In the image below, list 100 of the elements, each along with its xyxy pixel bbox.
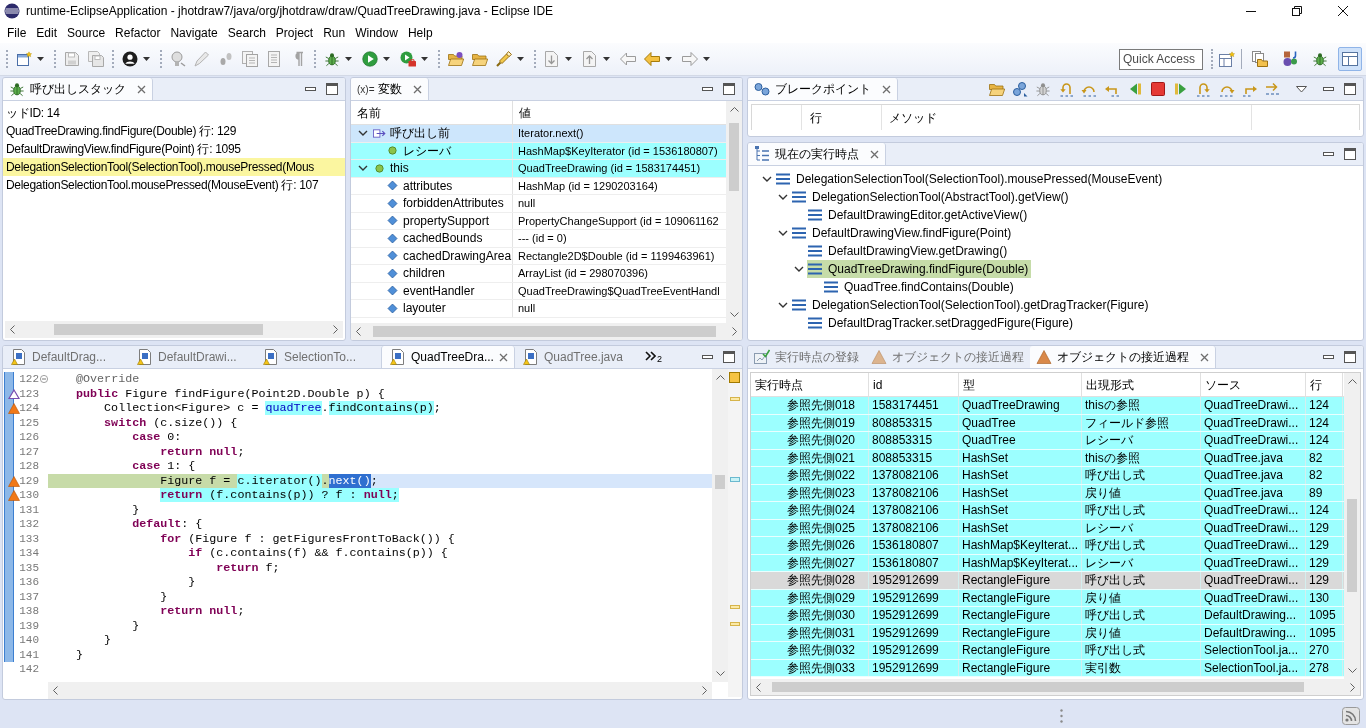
minimize-icon[interactable] [1246, 10, 1256, 12]
bug-icon[interactable] [1035, 81, 1051, 97]
tree-item[interactable]: DelegationSelectionTool(SelectionTool).getDragTracker(Figure) [791, 296, 1152, 314]
menu-item[interactable]: Project [270, 23, 319, 42]
scrollbar-thumb[interactable] [771, 682, 1305, 692]
maximize-icon[interactable] [326, 83, 338, 95]
caret-icon[interactable] [421, 57, 428, 61]
table-row[interactable]: eventHandler QuadTreeDrawing$QuadTreeEventHandl [351, 282, 726, 300]
column-header[interactable]: 値 [513, 101, 726, 124]
table-row[interactable]: attributes HashMap (id = 1290203164) [351, 177, 726, 195]
horizontal-scrollbar[interactable] [351, 323, 742, 340]
left-chevron-icon[interactable] [53, 686, 58, 695]
scrollbar-thumb[interactable] [729, 122, 739, 192]
editor-tab[interactable]: QuadTreeDra... [381, 346, 515, 368]
column-header[interactable]: 実行時点 [751, 373, 869, 396]
up-chevron-icon[interactable] [729, 107, 739, 112]
scrollbar-thumb[interactable] [53, 324, 264, 335]
vertical-scrollbar[interactable] [726, 101, 742, 323]
table-row[interactable]: children ArrayList (id = 298070396) [351, 265, 726, 283]
bug-icon[interactable] [324, 51, 340, 67]
menu-item[interactable]: Help [402, 23, 438, 42]
maximize-icon[interactable] [723, 351, 735, 363]
right-chevron-icon[interactable] [702, 686, 707, 695]
tree-item[interactable]: DefaultDrawingView.findFigure(Point) [791, 224, 1015, 242]
tree-item[interactable]: DelegationSelectionTool(SelectionTool).mousePressed(MouseEvent) [775, 170, 1166, 188]
stack-frame[interactable]: DefaultDrawingView.findFigure(Point) 行: 1095 [3, 140, 345, 158]
view-tab[interactable]: ブレークポイント [748, 78, 898, 100]
double-chevron-icon[interactable] [645, 351, 656, 361]
menu-item[interactable]: File [2, 23, 32, 42]
down-chevron-icon[interactable] [715, 671, 725, 676]
column-header[interactable]: 型 [959, 373, 1082, 396]
column-header[interactable]: 行 [1306, 373, 1343, 396]
minimize-icon[interactable] [1323, 87, 1334, 91]
triangle-marker-icon[interactable] [8, 475, 20, 487]
caret-icon[interactable] [565, 57, 572, 61]
minimize-icon[interactable] [1323, 152, 1334, 156]
right-chevron-icon[interactable] [732, 327, 737, 336]
scrollbar-thumb[interactable] [1347, 498, 1357, 592]
document-down-arrow-icon[interactable] [544, 51, 560, 67]
menu-item[interactable]: Run [318, 23, 351, 42]
overflow-button[interactable]: 2 [645, 346, 662, 368]
table-row[interactable]: 参照先側024 1378082106 HashSet 呼び出し式 QuadTreeDrawi... 124 [751, 502, 1344, 520]
column-header[interactable]: メソッド [882, 105, 1252, 130]
scrollbar-thumb[interactable] [715, 474, 725, 489]
stop-icon[interactable] [1150, 81, 1166, 97]
caret-icon[interactable] [143, 57, 150, 61]
view-tab[interactable]: オブジェクトの接近過程 [1030, 346, 1216, 368]
minimize-icon[interactable] [1323, 355, 1334, 359]
chevron-down-icon[interactable] [778, 300, 788, 310]
stack-frame[interactable]: ッドID: 14 [3, 104, 345, 122]
caret-icon[interactable] [603, 57, 610, 61]
table-row[interactable]: 呼び出し前 Iterator.next() [351, 125, 726, 143]
maximize-icon[interactable] [1344, 351, 1356, 363]
open-folder-icon[interactable] [448, 51, 464, 67]
up-chevron-icon[interactable] [1347, 379, 1357, 384]
caret-icon[interactable] [345, 57, 352, 61]
stack-frame[interactable]: DelegationSelectionTool(SelectionTool).mousePressed(Mous [3, 158, 345, 176]
vertical-scrollbar[interactable] [1344, 373, 1360, 679]
menu-item[interactable]: Edit [31, 23, 63, 42]
table-row[interactable]: 参照先側032 1952912699 RectangleFigure 呼び出し式 SelectionTool.ja... 270 [751, 642, 1344, 660]
table-row[interactable]: cachedBounds --- (id = 0) [351, 230, 726, 248]
new-window-icon[interactable] [16, 51, 32, 67]
menu-item[interactable]: Navigate [165, 23, 223, 42]
tree-item[interactable]: DefaultDrawingView.getDrawing() [807, 242, 1011, 260]
minimize-icon[interactable] [702, 355, 713, 359]
tree-item[interactable]: QuadTree.findContains(Double) [823, 278, 1017, 296]
horizontal-scrollbar[interactable] [750, 679, 1361, 696]
left-arrow-icon[interactable] [644, 51, 660, 67]
caret-icon[interactable] [665, 57, 672, 61]
chevron-down-icon[interactable] [778, 192, 788, 202]
column-header[interactable]: id [869, 373, 959, 396]
tree-item[interactable]: DelegationSelectionTool(AbstractTool).getView() [791, 188, 1072, 206]
caret-icon[interactable] [383, 57, 390, 61]
column-header[interactable]: 名前 [351, 101, 513, 124]
table-row[interactable]: 参照先側028 1952912699 RectangleFigure 呼び出し式 QuadTreeDrawi... 129 [751, 572, 1344, 590]
left-chevron-icon[interactable] [10, 325, 15, 334]
view-tab[interactable]: オブジェクトの接近過程 [865, 346, 1030, 368]
tree-item[interactable]: DefaultDragTracker.setDraggedFigure(Figure) [807, 314, 1076, 332]
menu-item[interactable]: Search [222, 23, 271, 42]
caret-icon[interactable] [703, 57, 710, 61]
down-chevron-icon[interactable] [729, 312, 739, 317]
table-row[interactable]: 参照先側020 808853315 QuadTree レシーバ QuadTreeDrawi... 124 [751, 432, 1344, 450]
column-header[interactable]: ソース [1201, 373, 1306, 396]
view-tab[interactable]: 実行時点の登録 [748, 346, 865, 368]
scrollbar-thumb[interactable] [373, 326, 717, 337]
column-header[interactable]: 出現形式 [1082, 373, 1201, 396]
left-chevron-icon[interactable] [356, 327, 361, 336]
right-chevron-icon[interactable] [1350, 682, 1355, 692]
table-row[interactable]: this QuadTreeDrawing (id = 1583174451) [351, 160, 726, 178]
minimize-icon[interactable] [702, 87, 713, 91]
chevron-down-icon[interactable] [762, 174, 772, 184]
quick-access-field[interactable]: Quick Access [1119, 48, 1203, 70]
vertical-scrollbar[interactable] [712, 369, 728, 682]
stack-frame[interactable]: DelegationSelectionTool.mousePressed(MouseEvent) 行: 107 [3, 176, 345, 194]
tree-item[interactable]: DefaultDrawingEditor.getActiveView() [807, 206, 1031, 224]
view-tab[interactable]: (x)= 変数 [351, 78, 429, 100]
table-row[interactable]: 参照先側030 1952912699 RectangleFigure 呼び出し式 DefaultDrawing... 1095 [751, 607, 1344, 625]
open-folder-icon[interactable] [989, 81, 1005, 97]
play-toolbox-icon[interactable] [400, 51, 416, 67]
maximize-icon[interactable] [1344, 83, 1356, 95]
